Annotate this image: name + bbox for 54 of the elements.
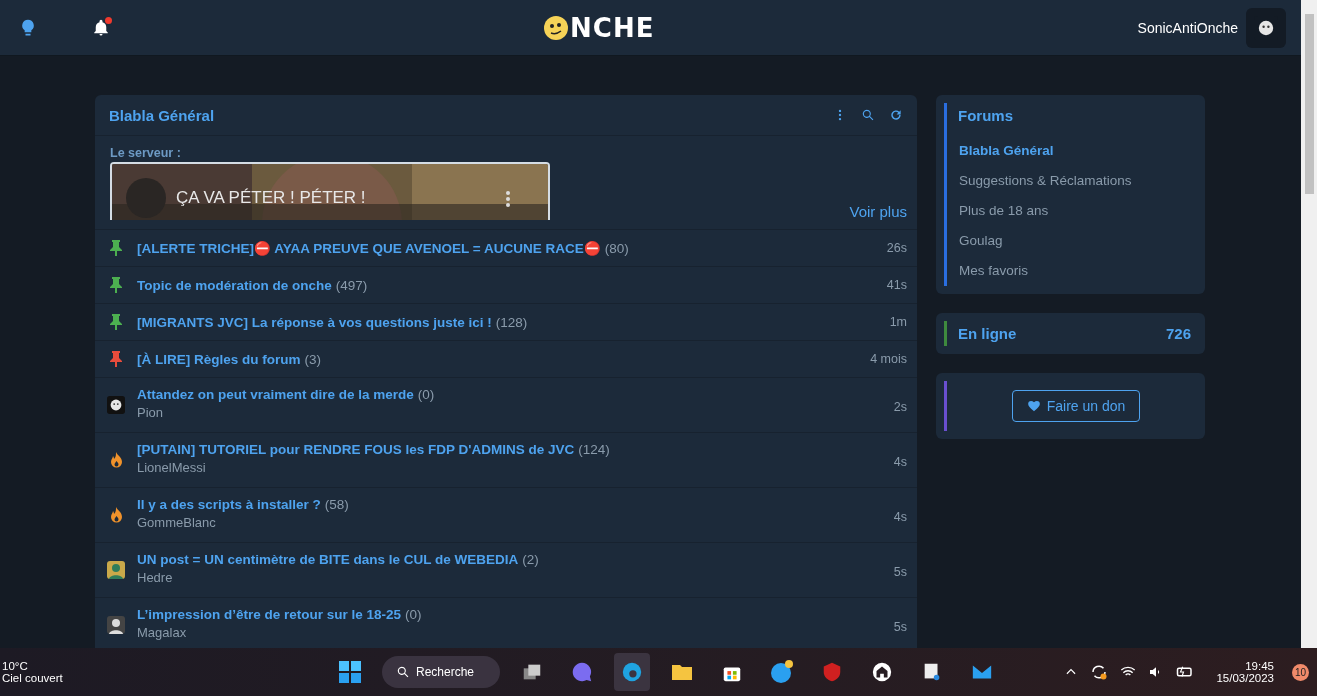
topic-time: 4s xyxy=(893,510,907,524)
topic-author: Pion xyxy=(137,405,164,420)
forum-link[interactable]: Mes favoris xyxy=(958,256,1030,286)
forum-link[interactable]: Plus de 18 ans xyxy=(958,196,1050,226)
reply-count: (497) xyxy=(335,277,368,293)
topic-time: 26s xyxy=(886,241,907,255)
username: SonicAntiOnche xyxy=(1137,19,1238,36)
topic-time: 4 mois xyxy=(870,352,907,366)
topic-link[interactable]: Attandez on peut vraiment dire de la merde xyxy=(137,387,414,402)
topic-time: 41s xyxy=(886,278,907,292)
topic-time: 5s xyxy=(893,620,907,634)
topic-author: LionelMessi xyxy=(137,460,206,475)
weather-text: Ciel couvert xyxy=(2,672,63,684)
online-count: 726 xyxy=(1165,325,1191,342)
taskbar-search[interactable]: Recherche xyxy=(382,656,500,688)
reply-count: (0) xyxy=(417,387,435,402)
notification-badge[interactable]: 10 xyxy=(1292,663,1309,681)
clock-date: 15/03/2023 xyxy=(1216,672,1274,684)
topic-author: GommeBlanc xyxy=(137,515,216,530)
topic-author: Hedre xyxy=(137,570,173,585)
reply-count: (0) xyxy=(405,607,422,622)
topic-link[interactable]: [MIGRANTS JVC] La réponse à vos questions juste ici ! xyxy=(137,314,492,330)
topic-link[interactable]: Il y a des scripts à installer ? xyxy=(137,497,321,512)
forums-title: Forums xyxy=(958,106,1013,126)
server-label: Le serveur : xyxy=(110,146,181,160)
topic-link[interactable]: L’impression d’être de retour sur le 18-25 xyxy=(137,607,402,622)
forum-link[interactable]: Blabla Général xyxy=(958,136,1055,166)
topic-link[interactable]: Topic de modération de onche xyxy=(137,277,332,293)
video-title: ÇA VA PÉTER ! PÉTER ! xyxy=(176,188,366,208)
video-embed[interactable]: ÇA VA PÉTER ! PÉTER ! xyxy=(110,162,550,220)
topic-link[interactable]: [ALERTE TRICHE]⛔ AYAA PREUVE QUE AVENOEL = AUCUNE RACE⛔ xyxy=(137,240,601,256)
topic-time: 1m xyxy=(889,315,907,329)
reply-count: (128) xyxy=(495,314,528,330)
online-label: En ligne xyxy=(958,325,1017,342)
forum-link[interactable]: Suggestions & Réclamations xyxy=(958,166,1133,196)
topic-author: Magalax xyxy=(137,625,187,640)
reply-count: (3) xyxy=(304,351,321,367)
reply-count: (124) xyxy=(578,442,610,457)
forum-title: Blabla Général xyxy=(109,106,216,124)
clock-time: 19:45 xyxy=(1245,660,1274,672)
forum-link[interactable]: Goulag xyxy=(958,226,1004,256)
see-more-link[interactable]: Voir plus xyxy=(849,203,907,220)
topic-link[interactable]: UN post = UN centimètre de BITE dans le CUL de WEBEDIA xyxy=(137,552,519,567)
topic-time: 4s xyxy=(893,455,907,469)
donate-button[interactable]: Faire un don xyxy=(1011,390,1141,422)
reply-count: (58) xyxy=(324,497,349,512)
reply-count: (80) xyxy=(604,241,629,256)
topic-time: 5s xyxy=(893,565,907,579)
reply-count: (2) xyxy=(522,552,539,567)
site-logo: NCHE xyxy=(570,12,655,43)
topic-link[interactable]: [PUTAIN] TUTORIEL pour RENDRE FOUS les FDP D'ADMINS de JVC xyxy=(137,442,575,457)
topic-time: 2s xyxy=(893,400,907,414)
temperature: 10°C xyxy=(2,660,28,672)
topic-link[interactable]: [À LIRE] Règles du forum xyxy=(137,351,301,367)
